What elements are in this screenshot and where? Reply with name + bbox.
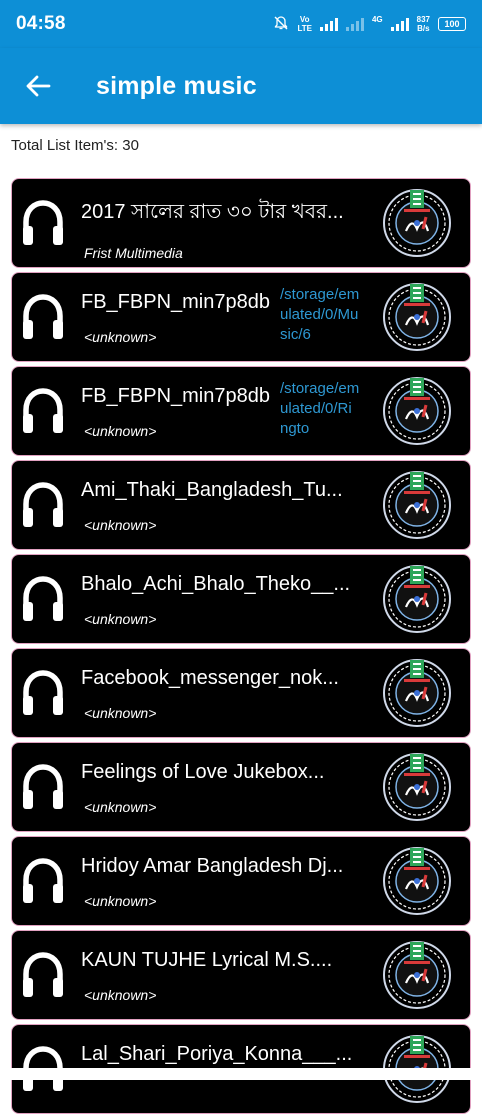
album-art-logo: [382, 657, 452, 729]
song-artist: <unknown>: [84, 705, 157, 721]
song-title: Ami_Thaki_Bangladesh_Tu...: [81, 479, 343, 501]
song-artist: Frist Multimedia: [84, 245, 183, 261]
headphones-icon: [20, 669, 66, 719]
song-row[interactable]: Hridoy Amar Bangladesh Dj... <unknown>: [11, 836, 471, 926]
song-title: Lal_Shari_Poriya_Konna___...: [81, 1043, 353, 1065]
album-art-logo: [382, 187, 452, 259]
song-info: Ami_Thaki_Bangladesh_Tu... <unknown>: [81, 479, 361, 533]
song-artist: <unknown>: [84, 987, 157, 1003]
song-row[interactable]: 2017 সালের রাত ৩০ টার খবর... Frist Multim…: [11, 178, 471, 268]
song-artist: <unknown>: [84, 799, 157, 815]
song-title: Facebook_messenger_nok...: [81, 667, 339, 689]
headphones-icon: [20, 575, 66, 625]
bottom-edge: [0, 1068, 482, 1080]
arrow-left-icon: [26, 75, 51, 97]
album-art-logo: [382, 563, 452, 635]
song-title: FB_FBPN_min7p8db: [81, 385, 270, 407]
headphones-icon: [20, 481, 66, 531]
network-4g-indicator: 4G: [371, 15, 383, 24]
song-row[interactable]: FB_FBPN_min7p8db <unknown>/storage/emulat…: [11, 272, 471, 362]
song-info: Bhalo_Achi_Bhalo_Theko__... <unknown>: [81, 573, 361, 627]
net-speed: 837 B/s: [416, 15, 430, 33]
song-title: Feelings of Love Jukebox...: [81, 761, 325, 783]
headphones-icon: [20, 199, 66, 249]
status-bar: 04:58 Vo LTE 4G 837 B/s 100: [0, 0, 482, 48]
song-info: Lal_Shari_Poriya_Konna___...: [81, 1043, 361, 1066]
song-title: Hridoy Amar Bangladesh Dj...: [81, 855, 344, 877]
song-artist: <unknown>: [84, 893, 157, 909]
song-row[interactable]: KAUN TUJHE Lyrical M.S.... <unknown>: [11, 930, 471, 1020]
song-row[interactable]: Ami_Thaki_Bangladesh_Tu... <unknown>: [11, 460, 471, 550]
status-time: 04:58: [16, 13, 66, 34]
headphones-icon: [20, 951, 66, 1001]
app-bar: simple music: [0, 48, 482, 124]
song-info: Feelings of Love Jukebox... <unknown>: [81, 761, 361, 815]
album-art-logo: [382, 939, 452, 1011]
song-title: Bhalo_Achi_Bhalo_Theko__...: [81, 573, 351, 595]
battery-icon: 100: [438, 17, 466, 31]
song-artist: <unknown>: [84, 611, 157, 627]
song-path: /storage/emulated/0/Ringto: [280, 380, 360, 437]
song-row[interactable]: Bhalo_Achi_Bhalo_Theko__... <unknown>: [11, 554, 471, 644]
headphones-icon: [20, 293, 66, 343]
volte-indicator: Vo LTE: [297, 15, 312, 33]
headphones-icon: [20, 763, 66, 813]
back-button[interactable]: [18, 66, 58, 106]
song-info: 2017 সালের রাত ৩০ টার খবর... Frist Multim…: [81, 197, 361, 261]
status-icons: Vo LTE 4G 837 B/s 100: [273, 15, 466, 34]
headphones-icon: [20, 387, 66, 437]
song-row[interactable]: Facebook_messenger_nok... <unknown>: [11, 648, 471, 738]
album-art-logo: [382, 845, 452, 917]
signal-3-icon: [390, 17, 409, 31]
song-list: 2017 সালের রাত ৩০ টার খবর... Frist Multim…: [11, 178, 471, 1118]
signal-2-icon: [345, 17, 364, 31]
album-art-logo: [382, 469, 452, 541]
song-info: Facebook_messenger_nok... <unknown>: [81, 667, 361, 721]
album-art-logo: [382, 751, 452, 823]
total-items-label: Total List Item's: 30: [11, 137, 139, 154]
album-art-logo: [382, 281, 452, 353]
song-row[interactable]: Feelings of Love Jukebox... <unknown>: [11, 742, 471, 832]
headphones-icon: [20, 857, 66, 907]
signal-1-icon: [319, 17, 338, 31]
song-title: 2017 সালের রাত ৩০ টার খবর...: [81, 201, 344, 223]
album-art-logo: [382, 375, 452, 447]
song-artist: <unknown>: [84, 517, 157, 533]
song-info: Hridoy Amar Bangladesh Dj... <unknown>: [81, 855, 361, 909]
song-path: /storage/emulated/0/Music/6: [280, 286, 360, 343]
mute-icon: [273, 15, 289, 34]
app-title: simple music: [96, 71, 257, 100]
song-title: FB_FBPN_min7p8db: [81, 291, 270, 313]
song-row[interactable]: FB_FBPN_min7p8db <unknown>/storage/emulat…: [11, 366, 471, 456]
song-title: KAUN TUJHE Lyrical M.S....: [81, 949, 333, 971]
song-info: KAUN TUJHE Lyrical M.S.... <unknown>: [81, 949, 361, 1003]
